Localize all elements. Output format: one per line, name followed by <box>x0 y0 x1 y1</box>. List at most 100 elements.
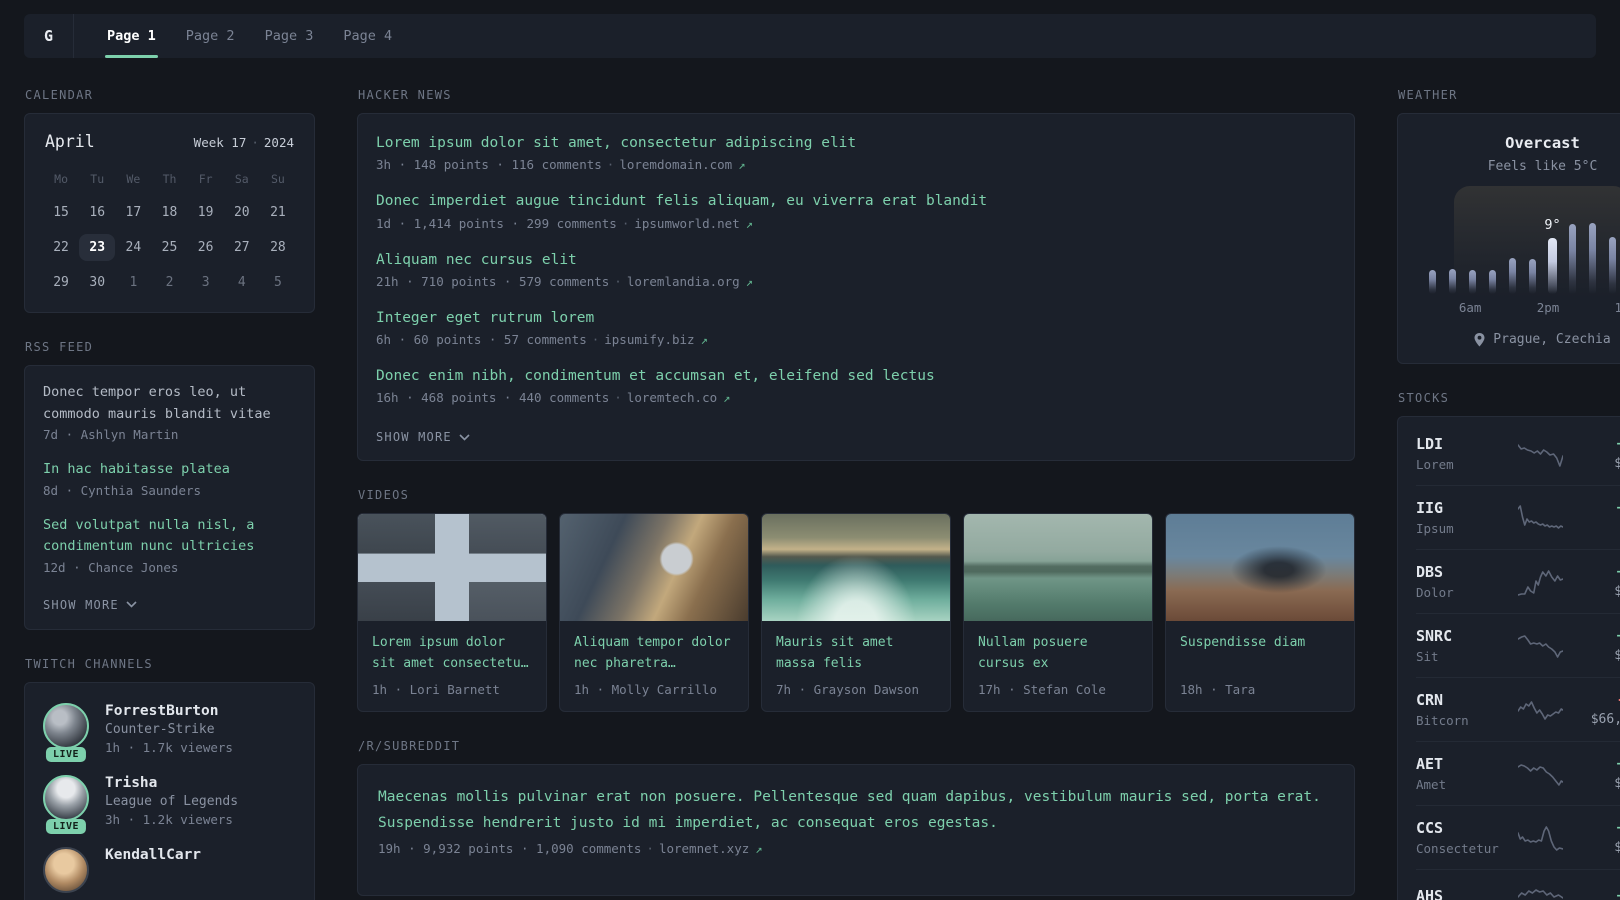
hn-story-domain-link[interactable]: ipsumworld.net <box>634 216 739 231</box>
hn-story-title-link[interactable]: Donec enim nibh, condimentum et accumsan… <box>376 366 1336 386</box>
calendar-day: 27 <box>233 240 250 255</box>
avatar-image <box>43 846 89 893</box>
video-card[interactable]: Lorem ipsum dolor sit amet consectetu… 1… <box>357 513 547 713</box>
hn-story-title-link[interactable]: Aliquam nec cursus elit <box>376 250 1336 270</box>
rss-item-title-link[interactable]: In hac habitasse platea <box>43 459 296 481</box>
channel-meta: 3h · 1.2k viewers <box>105 811 233 827</box>
stock-identity: CRN Bitcorn <box>1416 691 1508 728</box>
stock-row[interactable]: CCS Consectetur +0.51% $165.84 <box>1416 805 1620 869</box>
calendar-day: 22 <box>53 240 69 255</box>
stock-row[interactable]: AET Amet +0.92% $499.72 <box>1416 741 1620 805</box>
twitch-widget: TWITCH CHANNELS LIVE ForrestBurton Count… <box>24 657 315 900</box>
twitch-channel-row[interactable]: LIVE Trisha League of Legends 3h · 1.2k … <box>43 774 296 834</box>
weather-time-label <box>1578 300 1596 316</box>
weather-location-row: Prague, Czechia <box>1416 332 1620 347</box>
channel-name[interactable]: Trisha <box>105 775 238 791</box>
weather-hour-slot <box>1502 258 1522 294</box>
stock-name: Dolor <box>1416 585 1454 600</box>
twitch-widget-title: TWITCH CHANNELS <box>25 656 153 671</box>
hn-story-domain-link[interactable]: loremdomain.com <box>619 157 732 172</box>
subreddit-post-domain-link[interactable]: loremnet.xyz <box>659 841 749 856</box>
avatar-image <box>43 774 89 821</box>
page-tab[interactable]: Page 3 <box>250 14 329 58</box>
stock-row[interactable]: AHS +0.46% <box>1416 869 1620 900</box>
stock-price: $42.04 <box>1573 520 1620 535</box>
weather-widget-title: WEATHER <box>1398 88 1458 102</box>
hn-story-title-link[interactable]: Lorem ipsum dolor sit amet, consectetur … <box>376 133 1336 153</box>
stock-change: +0.51% <box>1573 820 1620 836</box>
page-tab[interactable]: Page 4 <box>328 14 407 58</box>
weather-hour-slot <box>1563 224 1583 294</box>
hn-story-meta: 1d · 1,414 points · 299 comments · ipsumwo… <box>376 216 1336 231</box>
stock-row[interactable]: CRN Bitcorn -1.00% $66,171.48 <box>1416 677 1620 741</box>
calendar-weekday: Fr <box>198 172 213 186</box>
page-tab[interactable]: Page 2 <box>171 14 250 58</box>
location-pin-icon <box>1474 332 1485 346</box>
stock-row[interactable]: LDI Lorem +4.35% $795.18 <box>1416 422 1620 485</box>
video-card[interactable]: Suspendisse diam 18h · Tara <box>1165 513 1355 713</box>
channel-name[interactable]: ForrestBurton <box>105 703 233 719</box>
hn-story-title-link[interactable]: Donec imperdiet augue tincidunt felis al… <box>376 191 1336 211</box>
rss-show-more-button[interactable]: SHOW MORE <box>43 598 137 612</box>
calendar-day: 2 <box>165 275 174 290</box>
video-card[interactable]: Nullam posuere cursus ex 17h · Stefan Co… <box>963 513 1153 713</box>
hn-story-domain-link[interactable]: loremtech.co <box>627 390 717 405</box>
stock-row[interactable]: DBS Dolor +1.42% $156.28 <box>1416 549 1620 613</box>
calendar-weekday: We <box>126 172 141 186</box>
weather-bar <box>1589 223 1597 294</box>
video-title-link[interactable]: Mauris sit amet massa felis <box>776 633 936 675</box>
weather-bars: 9° <box>1422 196 1620 294</box>
weather-time-label <box>1422 300 1440 316</box>
temperature-label: 9° <box>1544 217 1561 233</box>
external-link-icon: ↗ <box>723 391 731 406</box>
twitch-channel-row[interactable]: LIVE KendallCarr <box>43 846 296 893</box>
top-navbar: G Page 1 Page 2 Page 3 Page 4 <box>24 14 1596 58</box>
page-tab[interactable]: Page 1 <box>92 14 171 58</box>
subreddit-card: Maecenas mollis pulvinar erat non posuer… <box>357 764 1355 897</box>
video-card-body: Aliquam tempor dolor nec pharetra… 1h · … <box>560 621 748 711</box>
twitch-channel-list: LIVE ForrestBurton Counter-Strike 1h · 1… <box>43 702 296 893</box>
app-logo[interactable]: G <box>24 14 74 58</box>
weather-time-axis: 6am 2pm 10pm <box>1416 300 1620 316</box>
hn-story-domain-link[interactable]: loremlandia.org <box>627 274 740 289</box>
separator-dot: · <box>621 215 630 231</box>
stock-name: Amet <box>1416 777 1447 792</box>
calendar-weekday: Sa <box>234 172 249 186</box>
stock-name: Bitcorn <box>1416 713 1469 728</box>
stock-row[interactable]: SNRC Sit +1.36% $148.64 <box>1416 613 1620 677</box>
video-card-body: Mauris sit amet massa felis 7h · Grayson… <box>762 621 950 711</box>
subreddit-post-title-link[interactable]: Maecenas mollis pulvinar erat non posuer… <box>378 785 1334 836</box>
calendar-week-label: Week 17 <box>193 135 247 150</box>
middle-column: HACKER NEWS Lorem ipsum dolor sit amet, … <box>357 88 1355 900</box>
channel-name[interactable]: KendallCarr <box>105 847 201 863</box>
stock-price: $148.64 <box>1614 648 1620 663</box>
weather-time-label <box>1518 300 1536 316</box>
rss-item-title-link[interactable]: Sed volutpat nulla nisl, a condimentum n… <box>43 515 296 558</box>
calendar-day: 4 <box>237 275 246 290</box>
rss-item: Donec tempor eros leo, ut commodo mauris… <box>43 382 296 442</box>
video-card[interactable]: Aliquam tempor dolor nec pharetra… 1h · … <box>559 513 749 713</box>
external-link-icon: ↗ <box>745 274 753 289</box>
twitch-channel-row[interactable]: LIVE ForrestBurton Counter-Strike 1h · 1… <box>43 702 296 762</box>
video-title-link[interactable]: Aliquam tempor dolor nec pharetra… <box>574 633 734 675</box>
video-title-link[interactable]: Nullam posuere cursus ex <box>978 633 1138 675</box>
video-meta: 18h · Tara <box>1180 682 1256 698</box>
video-card[interactable]: Mauris sit amet massa felis 7h · Grayson… <box>761 513 951 713</box>
hn-story-meta: 21h · 710 points · 579 comments · loremlan… <box>376 274 1336 289</box>
calendar-day: 18 <box>161 205 178 220</box>
video-title-link[interactable]: Suspendisse diam <box>1180 633 1340 675</box>
hn-story: Aliquam nec cursus elit 21h · 710 points… <box>376 250 1336 289</box>
stocks-widget-title: STOCKS <box>1398 391 1450 405</box>
video-title-link[interactable]: Lorem ipsum dolor sit amet consectetu… <box>372 633 532 675</box>
hn-story-title-link[interactable]: Integer eget rutrum lorem <box>376 308 1336 328</box>
weather-time-label <box>1559 300 1577 316</box>
rss-item-title-link[interactable]: Donec tempor eros leo, ut commodo mauris… <box>43 382 296 425</box>
stock-ticker: CCS <box>1416 819 1444 837</box>
video-meta: 7h · Grayson Dawson <box>776 682 919 698</box>
stock-row[interactable]: IIG Ipsum +2.84% $42.04 <box>1416 485 1620 549</box>
weather-bar <box>1428 270 1436 294</box>
hackernews-show-more-button[interactable]: SHOW MORE <box>376 430 470 444</box>
rss-card: Donec tempor eros leo, ut commodo mauris… <box>24 365 315 630</box>
calendar-day: 5 <box>274 275 282 290</box>
hn-story-domain-link[interactable]: ipsumify.biz <box>604 332 694 347</box>
